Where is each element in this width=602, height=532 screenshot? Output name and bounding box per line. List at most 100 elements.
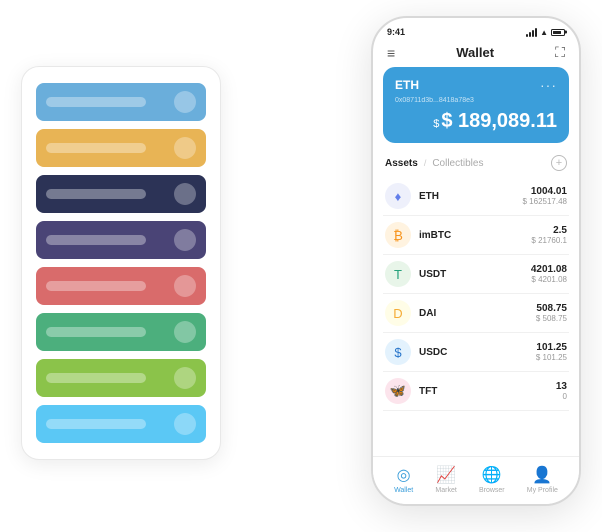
stack-card-icon-7 (174, 413, 196, 435)
card-stack (21, 66, 221, 460)
nav-label-browser: Browser (479, 487, 505, 494)
nav-icon-market: 📈 (436, 465, 456, 485)
stack-card-icon-5 (174, 321, 196, 343)
asset-right: 2.5 $ 21760.1 (531, 225, 567, 245)
eth-card-title: ETH (395, 78, 419, 92)
stack-card-label-3 (46, 235, 146, 245)
nav-item-my-profile[interactable]: 👤 My Profile (527, 465, 558, 494)
tab-collectibles[interactable]: Collectibles (432, 158, 483, 169)
nav-item-market[interactable]: 📈 Market (435, 465, 456, 494)
stack-card-label-4 (46, 281, 146, 291)
eth-card-more-icon[interactable]: ··· (540, 77, 557, 93)
asset-icon-eth: ♦ (385, 183, 411, 209)
add-asset-button[interactable]: + (551, 155, 567, 171)
asset-item-usdt[interactable]: T USDT 4201.08 $ 4201.08 (383, 255, 569, 294)
asset-usd-tft: 0 (556, 392, 567, 401)
stack-card-icon-0 (174, 91, 196, 113)
asset-item-dai[interactable]: D DAI 508.75 $ 508.75 (383, 294, 569, 333)
asset-item-usdc[interactable]: $ USDC 101.25 $ 101.25 (383, 333, 569, 372)
nav-label-my-profile: My Profile (527, 487, 558, 494)
nav-icon-my-profile: 👤 (532, 465, 552, 485)
nav-icon-wallet: ◎ (397, 465, 411, 485)
asset-icon-usdt: T (385, 261, 411, 287)
asset-name-usdt: USDT (419, 269, 446, 280)
asset-right: 13 0 (556, 381, 567, 401)
asset-right: 1004.01 $ 162517.48 (523, 186, 568, 206)
stack-card-icon-2 (174, 183, 196, 205)
asset-usd-usdt: $ 4201.08 (531, 275, 567, 284)
nav-label-market: Market (435, 487, 456, 494)
assets-tabs: Assets / Collectibles (385, 158, 483, 169)
asset-name-usdc: USDC (419, 347, 447, 358)
stack-card-2[interactable] (36, 175, 206, 213)
asset-icon-usdc: $ (385, 339, 411, 365)
nav-label-wallet: Wallet (394, 487, 413, 494)
asset-amount-imbtc: 2.5 (531, 225, 567, 236)
asset-list: ♦ ETH 1004.01 $ 162517.48 ₿ imBTC 2.5 $ … (373, 177, 579, 456)
page-title: Wallet (456, 45, 494, 60)
stack-card-0[interactable] (36, 83, 206, 121)
stack-card-icon-3 (174, 229, 196, 251)
eth-card-top: ETH ··· (395, 77, 557, 93)
asset-right: 4201.08 $ 4201.08 (531, 264, 567, 284)
asset-left: ₿ imBTC (385, 222, 451, 248)
nav-item-wallet[interactable]: ◎ Wallet (394, 465, 413, 494)
asset-item-eth[interactable]: ♦ ETH 1004.01 $ 162517.48 (383, 177, 569, 216)
tab-divider: / (424, 158, 427, 168)
menu-icon[interactable]: ≡ (387, 46, 395, 60)
stack-card-label-2 (46, 189, 146, 199)
stack-card-label-6 (46, 373, 146, 383)
asset-icon-dai: D (385, 300, 411, 326)
asset-left: ♦ ETH (385, 183, 439, 209)
stack-card-label-0 (46, 97, 146, 107)
tab-assets[interactable]: Assets (385, 158, 418, 169)
asset-usd-dai: $ 508.75 (536, 314, 567, 323)
stack-card-7[interactable] (36, 405, 206, 443)
stack-card-label-5 (46, 327, 146, 337)
stack-card-icon-6 (174, 367, 196, 389)
stack-card-1[interactable] (36, 129, 206, 167)
asset-name-dai: DAI (419, 308, 436, 319)
asset-icon-tft: 🦋 (385, 378, 411, 404)
nav-item-browser[interactable]: 🌐 Browser (479, 465, 505, 494)
stack-card-5[interactable] (36, 313, 206, 351)
signal-icon (526, 28, 537, 37)
stack-card-3[interactable] (36, 221, 206, 259)
bottom-nav: ◎ Wallet 📈 Market 🌐 Browser 👤 My Profile (373, 456, 579, 504)
asset-usd-usdc: $ 101.25 (536, 353, 567, 362)
stack-card-6[interactable] (36, 359, 206, 397)
asset-left: $ USDC (385, 339, 447, 365)
asset-right: 101.25 $ 101.25 (536, 342, 567, 362)
asset-name-tft: TFT (419, 386, 437, 397)
stack-card-label-7 (46, 419, 146, 429)
asset-amount-usdc: 101.25 (536, 342, 567, 353)
asset-item-imbtc[interactable]: ₿ imBTC 2.5 $ 21760.1 (383, 216, 569, 255)
eth-card-amount: $$ 189,089.11 (395, 110, 557, 133)
asset-amount-eth: 1004.01 (523, 186, 568, 197)
wifi-icon: ▲ (540, 28, 548, 37)
asset-left: D DAI (385, 300, 436, 326)
asset-usd-imbtc: $ 21760.1 (531, 236, 567, 245)
nav-icon-browser: 🌐 (482, 465, 502, 485)
status-icons: ▲ (526, 28, 565, 37)
eth-card-address: 0x08711d3b...8418a78e3 (395, 97, 557, 104)
stack-card-icon-1 (174, 137, 196, 159)
asset-left: 🦋 TFT (385, 378, 437, 404)
assets-header: Assets / Collectibles + (373, 151, 579, 177)
expand-icon[interactable]: ⛶ (555, 44, 565, 61)
asset-item-tft[interactable]: 🦋 TFT 13 0 (383, 372, 569, 411)
stack-card-icon-4 (174, 275, 196, 297)
asset-amount-tft: 13 (556, 381, 567, 392)
stack-card-4[interactable] (36, 267, 206, 305)
asset-amount-dai: 508.75 (536, 303, 567, 314)
eth-dollar-sign: $ (433, 118, 439, 130)
phone-time: 9:41 (387, 27, 405, 37)
asset-name-eth: ETH (419, 191, 439, 202)
eth-card[interactable]: ETH ··· 0x08711d3b...8418a78e3 $$ 189,08… (383, 67, 569, 143)
asset-left: T USDT (385, 261, 446, 287)
asset-usd-eth: $ 162517.48 (523, 197, 568, 206)
battery-icon (551, 29, 565, 36)
asset-amount-usdt: 4201.08 (531, 264, 567, 275)
asset-icon-imbtc: ₿ (385, 222, 411, 248)
phone-header: ≡ Wallet ⛶ (373, 40, 579, 67)
